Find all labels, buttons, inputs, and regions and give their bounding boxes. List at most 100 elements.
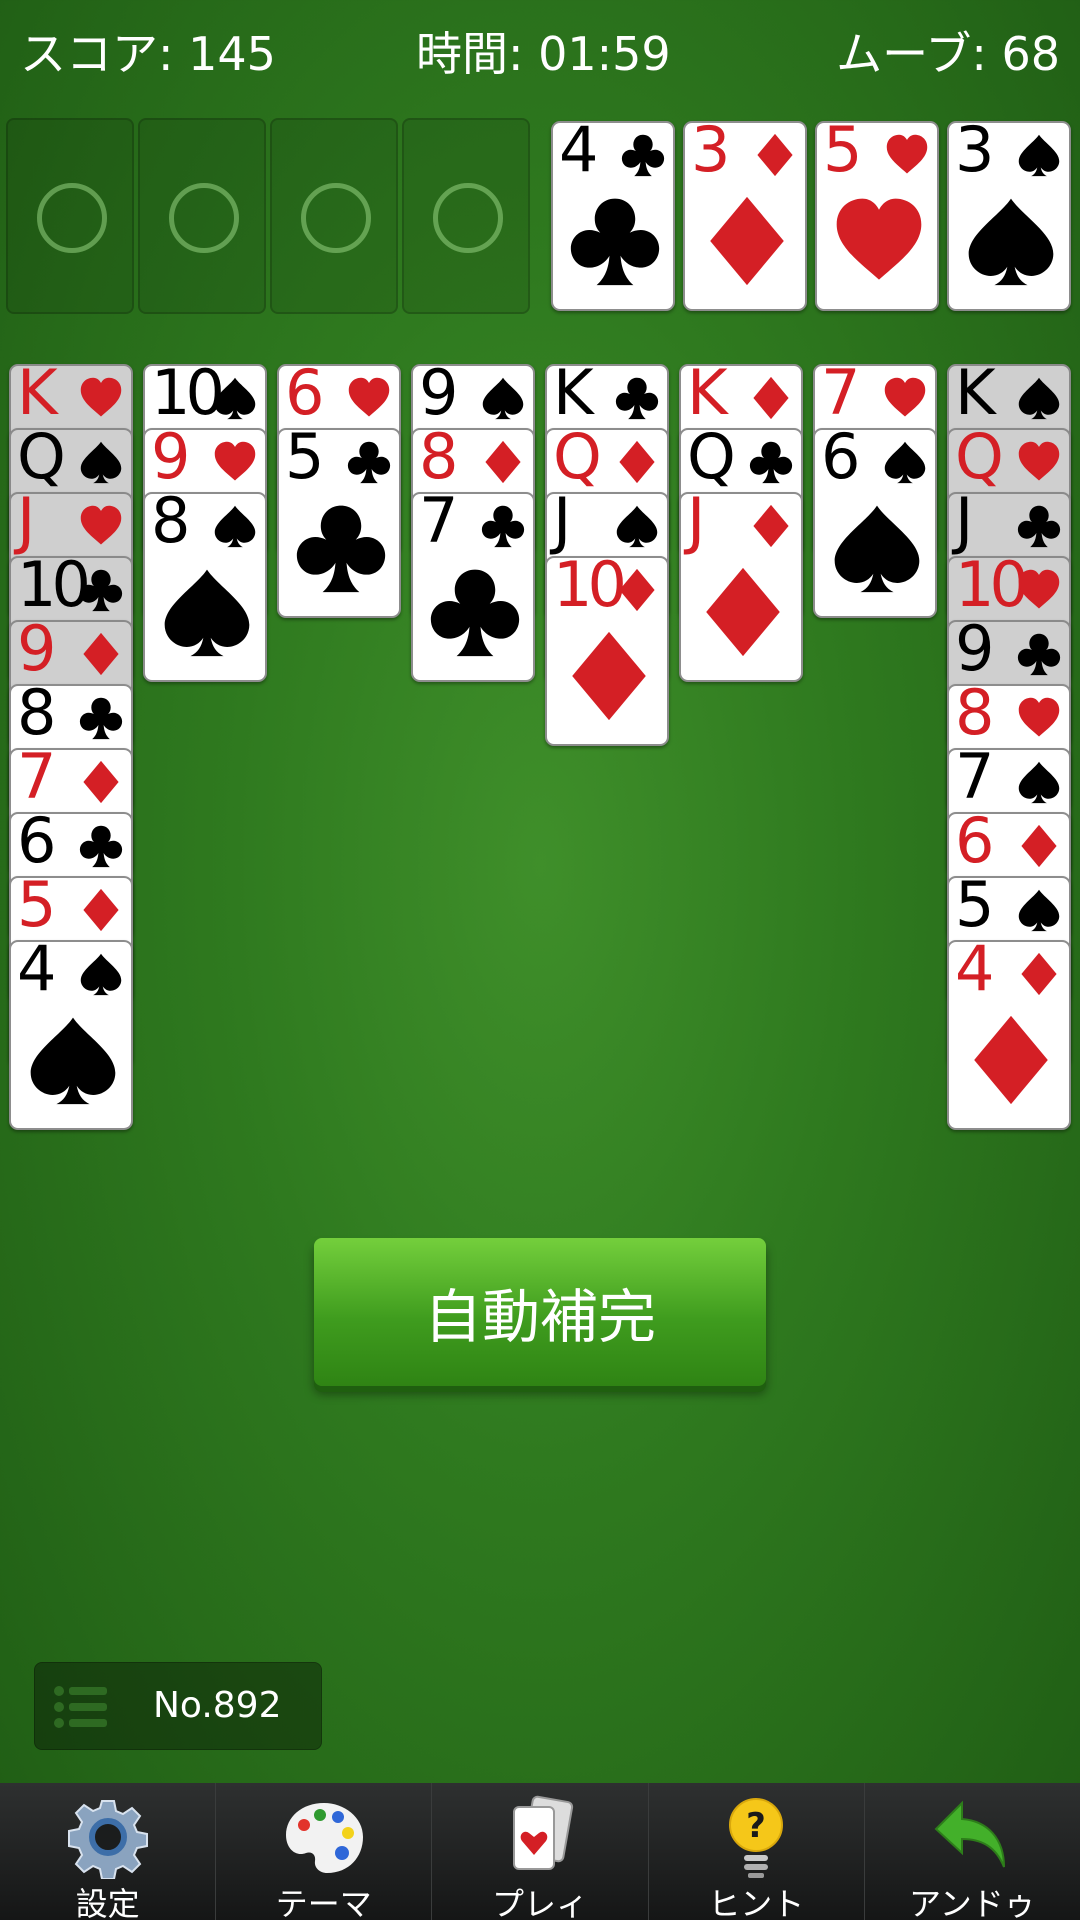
card-col3-2[interactable]: 5 — [277, 428, 401, 618]
card-rank: K — [17, 364, 58, 429]
spades-icon — [834, 505, 920, 593]
card-foundation-2[interactable]: 3 — [683, 121, 807, 311]
card-col7-2[interactable]: 6 — [813, 428, 937, 618]
card-rank: 3 — [955, 121, 995, 186]
empty-slot-circle-icon — [37, 183, 107, 253]
card-rank: K — [687, 364, 728, 429]
hearts-icon — [80, 377, 122, 417]
spades-icon — [1018, 134, 1060, 177]
spades-icon — [884, 441, 926, 484]
spades-icon — [1018, 761, 1060, 804]
auto-complete-button[interactable]: 自動補完 — [314, 1238, 766, 1386]
diamonds-icon — [1021, 824, 1057, 868]
clubs-icon — [1017, 633, 1061, 676]
lightbulb-icon: ? — [729, 1798, 784, 1878]
empty-slot-circle-icon — [433, 183, 503, 253]
card-rank: 3 — [691, 121, 731, 186]
card-col4-3[interactable]: 7 — [411, 492, 535, 682]
bottom-nav: 設定 テーマ プレィ ? ヒント アンドゥ — [0, 1783, 1080, 1920]
card-rank: 6 — [955, 812, 995, 877]
spades-icon — [214, 505, 256, 548]
gear-icon — [67, 1800, 148, 1879]
hearts-icon — [884, 377, 926, 417]
card-col1-10[interactable]: 4 — [9, 940, 133, 1130]
card-foundation-1[interactable]: 4 — [551, 121, 675, 311]
card-rank: 9 — [17, 620, 57, 685]
status-bar: スコア: 145 時間: 01:59 ムーブ: 68 — [0, 0, 1080, 100]
hearts-icon — [886, 134, 928, 174]
free-cell-2[interactable] — [138, 118, 266, 314]
empty-slot-circle-icon — [169, 183, 239, 253]
nav-settings-label: 設定 — [75, 1885, 140, 1920]
hearts-icon — [836, 198, 922, 280]
svg-text:?: ? — [746, 1806, 766, 1846]
card-rank: 9 — [419, 364, 459, 429]
diamonds-icon — [83, 888, 119, 932]
list-icon — [54, 1686, 107, 1728]
nav-undo-label: アンドゥ — [909, 1885, 1036, 1920]
card-foundation-4[interactable]: 3 — [947, 121, 1071, 311]
card-rank: Q — [17, 428, 66, 493]
card-col2-3[interactable]: 8 — [143, 492, 267, 682]
card-rank: 5 — [823, 121, 863, 186]
moves-text: ムーブ: 68 — [836, 27, 1060, 81]
card-rank: 9 — [151, 428, 191, 493]
spades-icon — [482, 377, 524, 420]
game-number-button[interactable]: No.892 — [34, 1662, 322, 1750]
diamonds-icon — [619, 568, 655, 612]
card-rank: 4 — [955, 940, 995, 1005]
card-rank: 7 — [821, 364, 861, 429]
nav-play[interactable]: プレィ — [431, 1783, 647, 1920]
free-cell-4[interactable] — [402, 118, 530, 314]
diamonds-icon — [974, 1015, 1048, 1105]
spades-icon — [80, 441, 122, 484]
diamonds-icon — [572, 631, 646, 721]
card-col6-3[interactable]: J — [679, 492, 803, 682]
free-cell-3[interactable] — [270, 118, 398, 314]
free-cell-1[interactable] — [6, 118, 134, 314]
nav-undo[interactable]: アンドゥ — [863, 1783, 1080, 1920]
clubs-icon — [79, 569, 123, 612]
clubs-icon — [430, 569, 520, 657]
spades-icon — [80, 953, 122, 996]
card-rank: Q — [553, 428, 602, 493]
nav-hint[interactable]: ? ヒント — [647, 1783, 864, 1920]
undo-arrow-icon — [934, 1800, 1006, 1868]
card-rank: K — [955, 364, 996, 429]
spades-icon — [616, 505, 658, 548]
card-rank: 6 — [821, 428, 861, 493]
nav-play-label: プレィ — [492, 1885, 589, 1920]
card-rank: 8 — [955, 684, 995, 749]
hearts-icon — [348, 377, 390, 417]
clubs-icon — [1017, 505, 1061, 548]
nav-settings[interactable]: 設定 — [0, 1783, 215, 1920]
nav-theme[interactable]: テーマ — [215, 1783, 431, 1920]
clubs-icon — [347, 441, 391, 484]
clubs-icon — [570, 198, 660, 286]
spades-icon — [30, 1017, 116, 1105]
diamonds-icon — [757, 133, 793, 177]
card-rank: Q — [955, 428, 1004, 493]
card-col8-10[interactable]: 4 — [947, 940, 1071, 1130]
diamonds-icon — [83, 760, 119, 804]
card-rank: 6 — [17, 812, 57, 877]
card-rank: 6 — [285, 364, 325, 429]
card-foundation-3[interactable]: 5 — [815, 121, 939, 311]
nav-theme-label: テーマ — [275, 1885, 372, 1920]
card-rank: J — [687, 492, 705, 557]
game-number-text: No.892 — [153, 1685, 282, 1726]
card-rank: 4 — [17, 940, 57, 1005]
diamonds-icon — [753, 376, 789, 420]
clubs-icon — [621, 134, 665, 177]
card-rank: Q — [687, 428, 736, 493]
card-rank: 10 — [955, 556, 1029, 621]
spades-icon — [968, 198, 1054, 286]
card-rank: 4 — [559, 121, 599, 186]
card-col5-4[interactable]: 10 — [545, 556, 669, 746]
diamonds-icon — [1021, 952, 1057, 996]
diamonds-icon — [83, 632, 119, 676]
spades-icon — [164, 569, 250, 657]
clubs-icon — [615, 377, 659, 420]
nav-hint-label: ヒント — [708, 1885, 805, 1920]
hearts-icon — [1018, 441, 1060, 481]
